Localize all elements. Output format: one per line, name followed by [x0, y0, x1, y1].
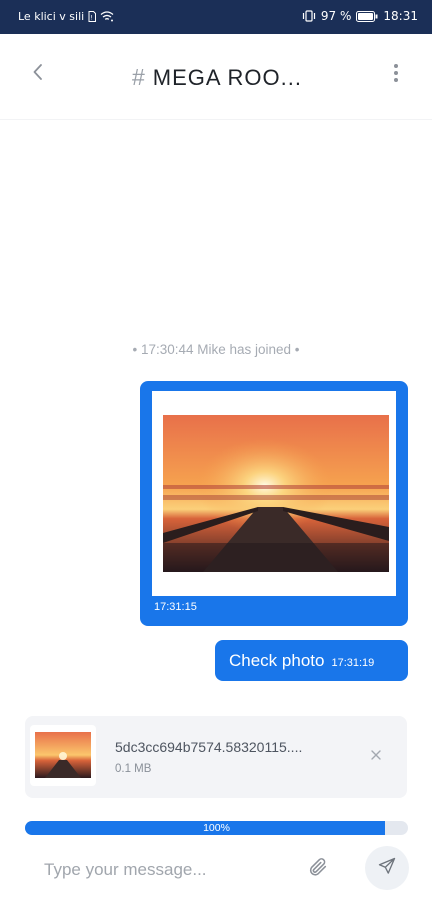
image-message-bubble[interactable]: 17:31:15	[140, 381, 408, 626]
attachment-preview: 5dc3cc694b7574.58320115.... 0.1 MB	[25, 716, 407, 798]
attachment-file-size: 0.1 MB	[115, 763, 152, 775]
paperclip-icon	[307, 856, 329, 883]
remove-attachment-button[interactable]	[366, 746, 386, 766]
status-bar: Le klici v sili ! 97 % 18:31	[0, 0, 432, 34]
status-left: Le klici v sili !	[18, 10, 114, 23]
attachment-file-name: 5dc3cc694b7574.58320115....	[115, 739, 303, 755]
thumbnail-image	[35, 732, 91, 778]
attach-file-button[interactable]	[304, 855, 332, 883]
status-time: 18:31	[383, 9, 418, 23]
text-message-bubble[interactable]: Check photo 17:31:19	[215, 640, 408, 681]
sunset-pier-photo[interactable]	[163, 415, 389, 572]
status-right: 97 % 18:31	[302, 9, 418, 23]
text-message-content: Check photo	[229, 650, 325, 670]
system-message: • 17:30:44 Mike has joined •	[132, 342, 300, 357]
upload-progress-bar: 100%	[25, 821, 408, 835]
attachment-thumbnail	[30, 725, 96, 786]
back-button[interactable]	[26, 62, 50, 86]
image-frame	[152, 391, 396, 596]
text-message-time: 17:31:19	[331, 656, 375, 669]
close-icon	[371, 747, 381, 765]
room-name: MEGA ROO...	[152, 64, 302, 90]
chevron-left-icon	[32, 63, 44, 85]
svg-text:!: !	[90, 15, 92, 22]
more-options-button[interactable]	[384, 62, 408, 88]
battery-percent: 97 %	[320, 9, 352, 23]
vibrate-icon	[302, 10, 316, 22]
battery-icon	[356, 10, 378, 22]
message-composer	[0, 842, 432, 900]
chat-screen: Le klici v sili ! 97 % 18:31 # MEGA ROO.…	[0, 0, 432, 900]
send-button[interactable]	[365, 846, 409, 890]
sim-icon: !	[88, 11, 97, 22]
image-message-time: 17:31:15	[154, 601, 197, 613]
channel-hash: #	[132, 64, 145, 90]
wifi-icon	[100, 11, 114, 22]
carrier-label: Le klici v sili	[18, 10, 85, 23]
more-vertical-icon	[393, 63, 399, 88]
upload-progress-label: 100%	[203, 822, 230, 834]
send-icon	[377, 856, 397, 881]
message-input[interactable]	[32, 852, 282, 888]
chat-header: # MEGA ROO...	[0, 34, 432, 120]
room-title: # MEGA ROO...	[132, 64, 302, 91]
